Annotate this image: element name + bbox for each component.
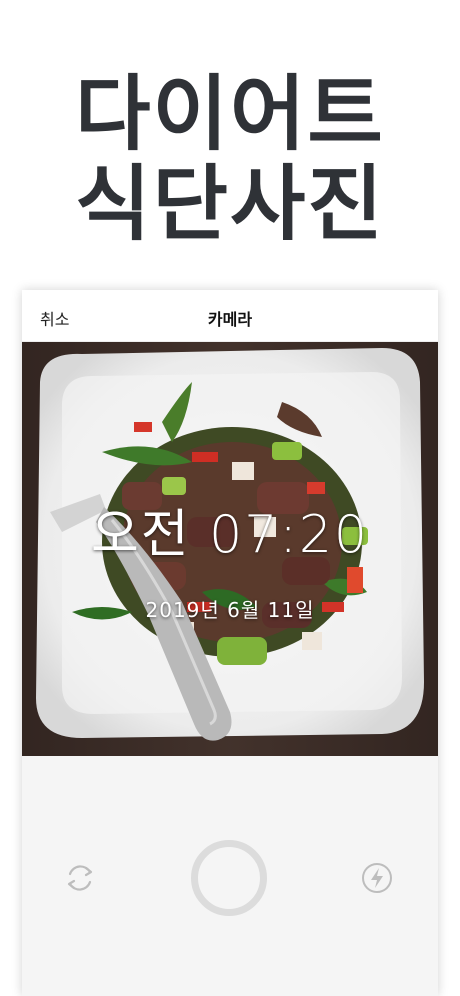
timestamp-date: 2019년 6월 11일 bbox=[145, 598, 315, 622]
phone-screen: 취소 카메라 오전 07:20 2019년 6월 11일 bbox=[22, 290, 438, 996]
camera-controls bbox=[22, 756, 438, 996]
headline-line-2: 식단사진 bbox=[75, 157, 385, 252]
camera-navbar: 취소 카메라 bbox=[22, 290, 438, 342]
timestamp-time: 오전 07:20 bbox=[90, 505, 370, 565]
switch-camera-button[interactable] bbox=[62, 860, 98, 896]
page-title: 카메라 bbox=[207, 310, 253, 329]
shutter-button[interactable] bbox=[191, 840, 267, 916]
camera-preview[interactable]: 오전 07:20 2019년 6월 11일 bbox=[22, 342, 438, 756]
flash-icon bbox=[362, 863, 392, 893]
refresh-icon bbox=[67, 865, 93, 891]
promo-headline: 다이어트 식단사진 bbox=[0, 70, 460, 250]
flash-button[interactable] bbox=[359, 860, 395, 896]
headline-line-1: 다이어트 bbox=[75, 67, 385, 162]
